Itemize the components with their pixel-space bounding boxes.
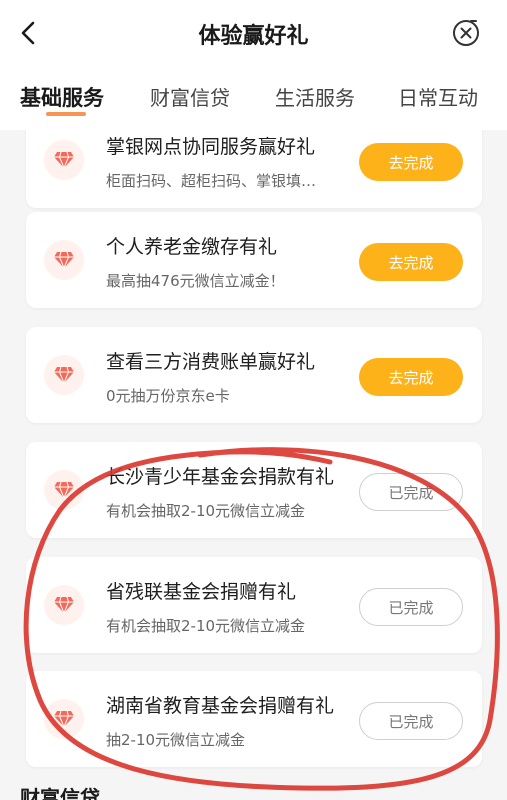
diamond-icon xyxy=(44,140,84,180)
go-complete-button[interactable]: 去完成 xyxy=(359,243,463,281)
task-description: 有机会抽取2-10元微信立减金 xyxy=(106,617,306,635)
task-description: 柜面扫码、超柜扫码、掌银填… xyxy=(106,172,317,190)
task-card: 掌银网点协同服务赢好礼 柜面扫码、超柜扫码、掌银填… 去完成 xyxy=(26,130,482,208)
completed-button[interactable]: 已完成 xyxy=(359,473,463,511)
active-tab-indicator xyxy=(46,112,86,116)
category-tabs: 基础服务 财富信贷 生活服务 日常互动 xyxy=(0,68,507,130)
diamond-icon xyxy=(44,355,84,395)
completed-button[interactable]: 已完成 xyxy=(359,702,463,740)
diamond-icon xyxy=(44,470,84,510)
task-title: 省残联基金会捐赠有礼 xyxy=(106,581,297,603)
task-card: 长沙青少年基金会捐款有礼 有机会抽取2-10元微信立减金 已完成 xyxy=(26,442,482,538)
task-title: 掌银网点协同服务赢好礼 xyxy=(106,136,316,158)
diamond-icon xyxy=(44,699,84,739)
task-description: 抽2-10元微信立减金 xyxy=(106,731,246,749)
task-card: 省残联基金会捐赠有礼 有机会抽取2-10元微信立减金 已完成 xyxy=(26,557,482,653)
go-complete-button[interactable]: 去完成 xyxy=(359,358,463,396)
diamond-icon xyxy=(44,240,84,280)
go-complete-button[interactable]: 去完成 xyxy=(359,143,463,181)
task-list: 掌银网点协同服务赢好礼 柜面扫码、超柜扫码、掌银填… 去完成 个人养老金缴存有礼… xyxy=(0,130,507,800)
task-card: 湖南省教育基金会捐赠有礼 抽2-10元微信立减金 已完成 xyxy=(26,671,482,767)
task-description: 最高抽476元微信立减金！ xyxy=(106,272,285,290)
tab-life-services[interactable]: 生活服务 xyxy=(275,82,355,111)
page-title: 体验赢好礼 xyxy=(198,24,309,49)
tab-wealth-credit[interactable]: 财富信贷 xyxy=(150,82,230,111)
task-title: 湖南省教育基金会捐赠有礼 xyxy=(106,695,335,717)
tab-daily-interaction[interactable]: 日常互动 xyxy=(398,82,478,111)
tab-basic-services[interactable]: 基础服务 xyxy=(20,82,104,112)
task-description: 有机会抽取2-10元微信立减金 xyxy=(106,502,306,520)
next-section-title: 财富信贷 xyxy=(20,786,100,800)
task-card: 个人养老金缴存有礼 最高抽476元微信立减金！ 去完成 xyxy=(26,212,482,308)
task-description: 0元抽万份京东e卡 xyxy=(106,387,230,405)
task-card: 查看三方消费账单赢好礼 0元抽万份京东e卡 去完成 xyxy=(26,327,482,423)
diamond-icon xyxy=(44,585,84,625)
task-title: 长沙青少年基金会捐款有礼 xyxy=(106,466,335,488)
top-nav-bar: 体验赢好礼 xyxy=(0,0,507,68)
task-title: 查看三方消费账单赢好礼 xyxy=(106,351,316,373)
task-title: 个人养老金缴存有礼 xyxy=(106,236,278,258)
completed-button[interactable]: 已完成 xyxy=(359,588,463,626)
close-circle-icon[interactable] xyxy=(450,17,482,49)
